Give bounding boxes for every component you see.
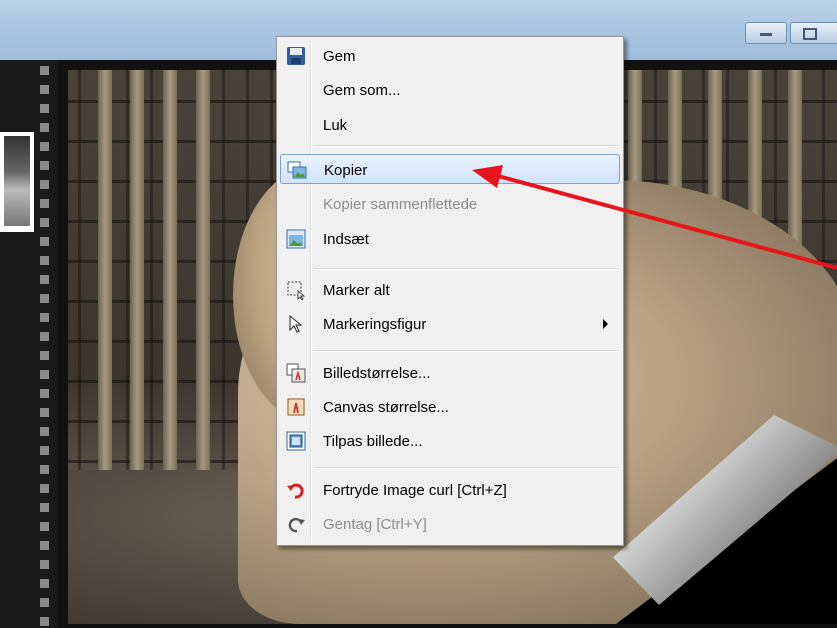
maximize-icon <box>803 28 817 40</box>
film-sprocket <box>40 123 49 132</box>
film-sprocket <box>40 522 49 531</box>
menu-item-gem[interactable]: Gem <box>280 41 620 71</box>
thumbnail-preview <box>4 136 30 226</box>
fence-wire <box>78 70 81 490</box>
menu-item-tilpas-billede[interactable]: Tilpas billede... <box>280 426 620 456</box>
menu-item-label: Markeringsfigur <box>323 316 427 333</box>
film-sprocket <box>40 560 49 569</box>
menu-item-canvas-storrelse[interactable]: Canvas størrelse... <box>280 392 620 422</box>
pointer-icon <box>289 314 303 333</box>
fence-wire <box>222 70 225 490</box>
menu-item-label: Marker alt <box>323 282 390 299</box>
fence-wire <box>126 70 129 490</box>
film-sprocket <box>40 408 49 417</box>
fence-post <box>163 70 177 480</box>
menu-item-fortryde[interactable]: Fortryde Image curl [Ctrl+Z] <box>280 475 620 505</box>
menu-item-markeringsfigur[interactable]: Markeringsfigur <box>280 309 620 339</box>
paste-image-icon <box>286 229 306 249</box>
menu-item-label: Indsæt <box>323 231 369 248</box>
image-size-icon <box>286 363 306 383</box>
film-sprocket <box>40 332 49 341</box>
film-sprocket <box>40 598 49 607</box>
film-sprocket <box>40 484 49 493</box>
menu-separator <box>314 350 618 352</box>
film-sprocket <box>40 541 49 550</box>
menu-separator <box>314 268 618 270</box>
menu-item-label: Kopier <box>324 162 368 179</box>
menu-item-label: Fortryde Image curl [Ctrl+Z] <box>323 482 507 499</box>
menu-item-label: Kopier sammenflettede <box>323 196 478 213</box>
menu-item-gentag[interactable]: Gentag [Ctrl+Y] <box>280 509 620 539</box>
redo-icon <box>288 517 305 533</box>
maximize-button[interactable] <box>790 22 837 44</box>
menu-item-label: Gem som... <box>323 82 401 99</box>
film-sprocket <box>40 617 49 626</box>
menu-item-kopier[interactable]: Kopier <box>280 154 620 184</box>
canvas-size-icon <box>287 398 305 416</box>
film-sprocket <box>40 370 49 379</box>
film-sprocket <box>40 351 49 360</box>
filmstrip-panel <box>0 60 58 628</box>
minimize-button[interactable] <box>745 22 787 44</box>
fence-post <box>98 70 112 480</box>
menu-item-label: Billedstørrelse... <box>323 365 431 382</box>
film-sprocket <box>40 142 49 151</box>
menu-item-label: Luk <box>323 117 348 134</box>
undo-icon <box>287 483 304 499</box>
menu-item-billedstorrelse[interactable]: Billedstørrelse... <box>280 358 620 388</box>
film-sprocket <box>40 427 49 436</box>
film-sprocket <box>40 465 49 474</box>
film-sprocket <box>40 256 49 265</box>
save-icon <box>287 47 305 65</box>
film-sprocket <box>40 104 49 113</box>
menu-item-label: Gentag [Ctrl+Y] <box>323 516 427 533</box>
menu-item-label: Canvas størrelse... <box>323 399 449 416</box>
film-sprocket <box>40 579 49 588</box>
fit-image-icon <box>286 431 306 451</box>
film-sprocket <box>40 275 49 284</box>
fence-wire <box>150 70 153 490</box>
film-sprocket <box>40 503 49 512</box>
film-sprocket <box>40 218 49 227</box>
fence-post <box>196 70 210 480</box>
menu-item-marker-alt[interactable]: Marker alt <box>280 275 620 305</box>
film-sprocket <box>40 66 49 75</box>
film-sprocket <box>40 389 49 398</box>
menu-item-kopier-sammenflettede[interactable]: Kopier sammenflettede <box>280 189 620 219</box>
menu-item-gem-som[interactable]: Gem som... <box>280 75 620 105</box>
film-sprocket <box>40 313 49 322</box>
menu-item-label: Gem <box>323 48 356 65</box>
film-sprocket <box>40 237 49 246</box>
film-sprocket <box>40 446 49 455</box>
minimize-icon <box>760 33 772 36</box>
fence-post <box>130 70 144 480</box>
menu-separator <box>314 467 618 469</box>
menu-separator <box>314 145 618 147</box>
select-all-icon <box>287 281 306 300</box>
image-thumbnail[interactable] <box>0 132 34 232</box>
copy-image-icon <box>287 161 307 179</box>
film-sprocket <box>40 294 49 303</box>
context-menu: Gem Gem som... Luk Kopier Kopier sammenf… <box>276 36 624 546</box>
film-sprocket <box>40 180 49 189</box>
film-sprocket <box>40 199 49 208</box>
menu-item-label: Tilpas billede... <box>323 433 423 450</box>
menu-item-indsaet[interactable]: Indsæt <box>280 224 620 254</box>
menu-item-luk[interactable]: Luk <box>280 110 620 140</box>
film-sprocket <box>40 161 49 170</box>
submenu-arrow-icon <box>603 319 608 329</box>
film-sprocket <box>40 85 49 94</box>
